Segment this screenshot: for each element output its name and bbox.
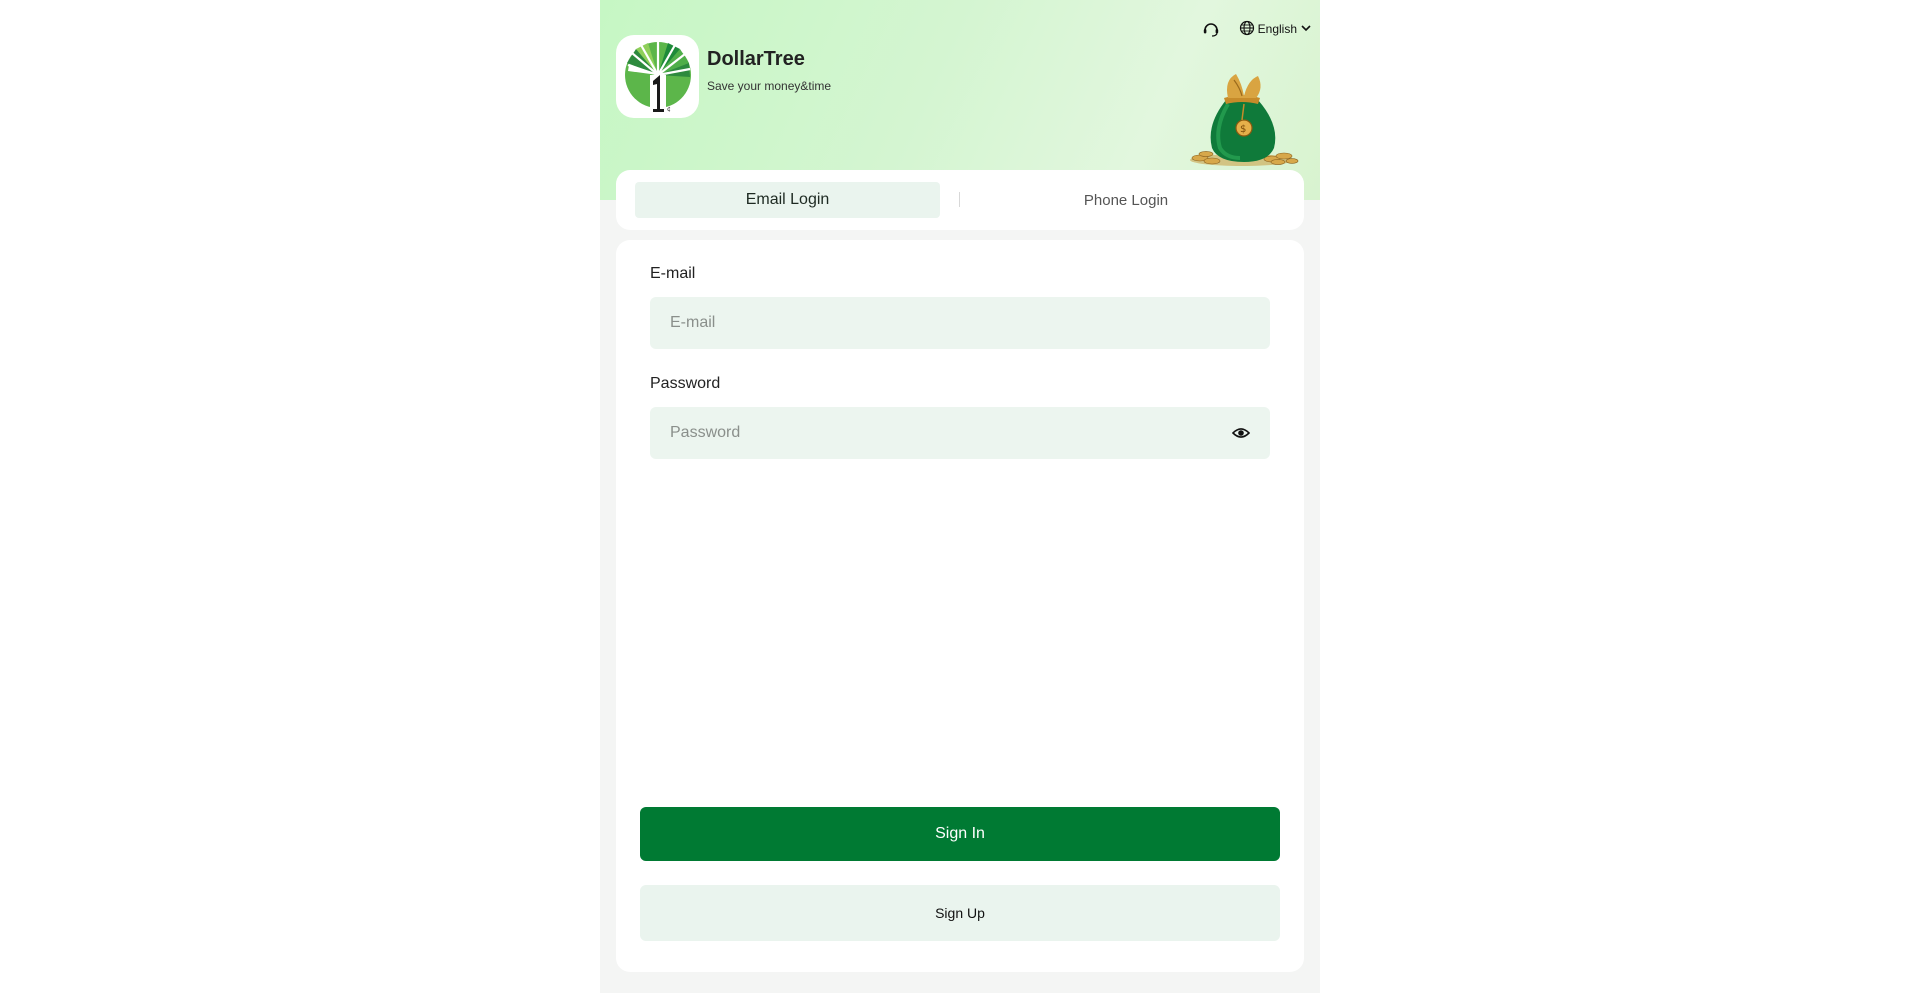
- eye-icon[interactable]: [1231, 425, 1251, 446]
- dollartree-logo: ¢: [616, 35, 699, 118]
- login-screen: English ¢ DollarTree Save your money&tim…: [600, 0, 1320, 993]
- tab-phone-login[interactable]: Phone Login: [966, 182, 1286, 218]
- globe-icon: [1239, 20, 1255, 39]
- money-bag-image: $: [1188, 70, 1318, 175]
- login-form: E-mail Password Sign In Sign Up: [616, 240, 1304, 972]
- brand-tagline: Save your money&time: [707, 79, 832, 93]
- svg-text:$: $: [1240, 124, 1246, 135]
- password-label: Password: [650, 375, 721, 392]
- language-label: English: [1257, 22, 1297, 36]
- chevron-down-icon: [1300, 22, 1312, 37]
- svg-text:¢: ¢: [667, 106, 671, 113]
- brand-name: DollarTree: [707, 48, 805, 70]
- password-input[interactable]: [650, 407, 1270, 459]
- email-label: E-mail: [650, 265, 696, 282]
- password-field-wrapper: [650, 407, 1270, 459]
- brand-text: DollarTree Save your money&time: [707, 48, 831, 93]
- login-tabs: Email Login Phone Login: [616, 170, 1304, 230]
- language-selector[interactable]: English: [1239, 20, 1312, 39]
- headset-icon[interactable]: [1201, 19, 1221, 39]
- email-field-wrapper: [650, 297, 1270, 349]
- tab-email-login[interactable]: Email Login: [635, 182, 940, 218]
- tab-divider: [959, 192, 960, 207]
- email-input[interactable]: [650, 297, 1270, 349]
- sign-in-button[interactable]: Sign In: [640, 807, 1280, 861]
- brand-block: ¢ DollarTree Save your money&time: [616, 35, 831, 118]
- sign-up-button[interactable]: Sign Up: [640, 885, 1280, 941]
- top-bar: English: [1201, 18, 1312, 40]
